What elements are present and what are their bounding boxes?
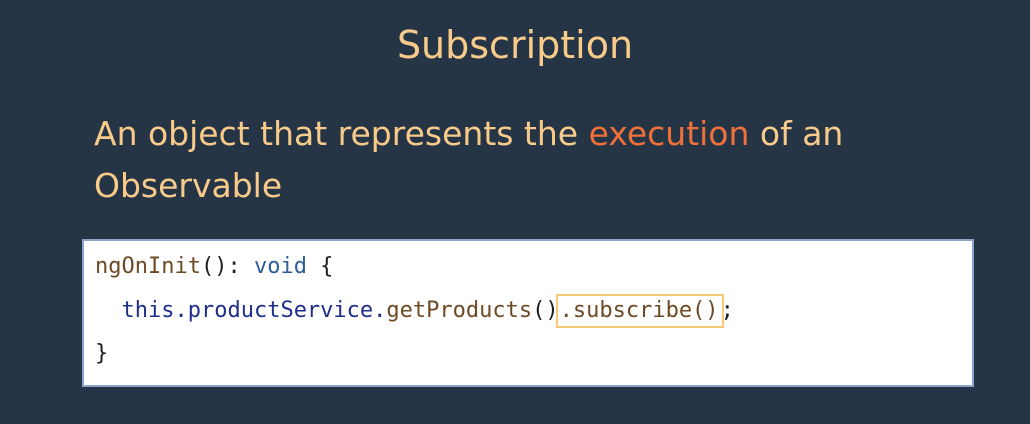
- definition-highlight-word: execution: [588, 114, 750, 153]
- this-keyword: this: [121, 298, 175, 323]
- statement-terminator: ;: [720, 298, 734, 323]
- signature-punct: ():: [200, 254, 254, 279]
- close-brace: }: [95, 341, 109, 366]
- get-products-call: getProducts: [386, 298, 533, 323]
- definition-part-1: An object that represents the: [94, 114, 589, 153]
- open-brace: {: [306, 254, 334, 279]
- slide-title: Subscription: [396, 23, 634, 67]
- code-line-3: }: [95, 340, 108, 368]
- return-type: void: [253, 254, 307, 279]
- call-parens: (): [532, 298, 559, 323]
- code-line-1: ngOnInit(): void {: [95, 253, 333, 281]
- code-line-2: this.productService.getProducts().subscr…: [95, 294, 734, 328]
- definition-text: An object that represents the execution …: [94, 108, 994, 212]
- code-snippet-box: ngOnInit(): void { this.productService.g…: [82, 239, 974, 387]
- subscribe-callout: .subscribe(): [555, 294, 724, 328]
- service-reference: .productService.: [174, 298, 387, 323]
- method-name: ngOnInit: [95, 254, 201, 279]
